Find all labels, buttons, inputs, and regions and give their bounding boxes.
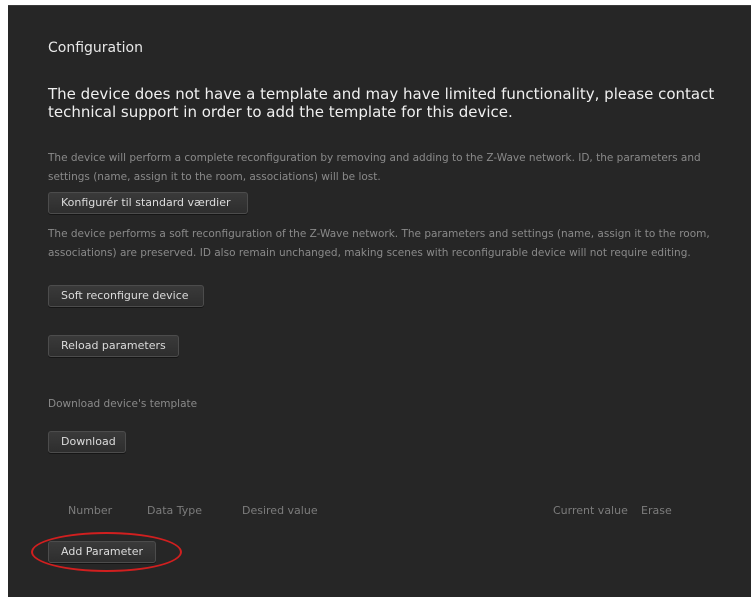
reset-to-default-button[interactable]: Konfigurér til standard værdier bbox=[48, 192, 248, 214]
template-warning: The device does not have a template and … bbox=[48, 85, 715, 121]
configuration-panel: Configuration The device does not have a… bbox=[8, 5, 751, 597]
reconfigure-description: The device will perform a complete recon… bbox=[48, 152, 701, 183]
add-parameter-button[interactable]: Add Parameter bbox=[48, 541, 156, 563]
column-erase: Erase bbox=[641, 504, 672, 517]
download-button[interactable]: Download bbox=[48, 431, 126, 453]
download-template-label: Download device's template bbox=[48, 398, 198, 410]
column-data-type: Data Type bbox=[147, 504, 203, 517]
column-number: Number bbox=[68, 504, 113, 517]
reload-parameters-button[interactable]: Reload parameters bbox=[48, 335, 179, 357]
column-current-value: Current value bbox=[553, 504, 628, 517]
soft-reconfigure-button[interactable]: Soft reconfigure device bbox=[48, 285, 204, 307]
soft-reconfigure-description: The device performs a soft reconfigurati… bbox=[48, 228, 710, 259]
page-title: Configuration bbox=[48, 40, 143, 56]
column-desired-value: Desired value bbox=[242, 504, 318, 517]
